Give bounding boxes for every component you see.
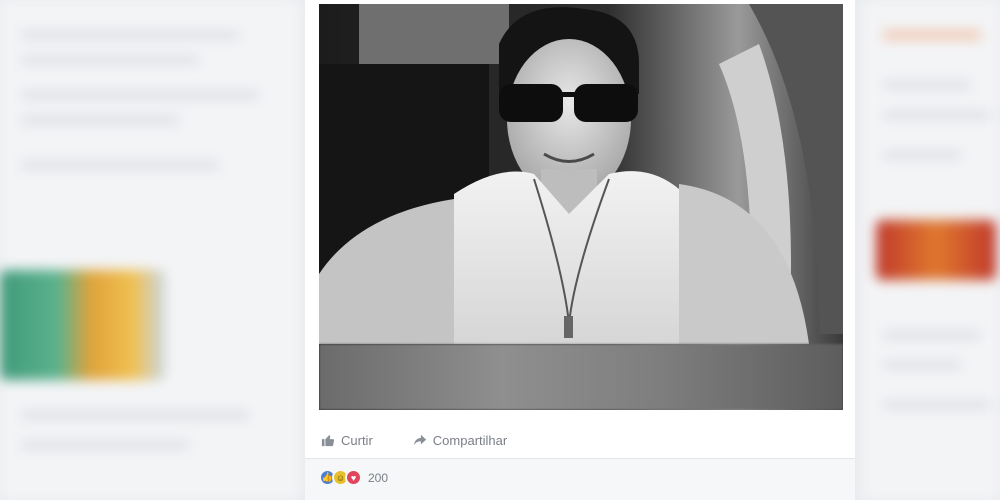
love-icon: ♥ bbox=[345, 469, 362, 486]
post-photo[interactable] bbox=[319, 4, 843, 410]
reaction-count: 200 bbox=[368, 470, 389, 485]
thumbs-up-icon bbox=[321, 435, 335, 447]
share-arrow-icon bbox=[413, 434, 426, 446]
post-actions: Curtir Compartilhar bbox=[319, 426, 843, 454]
left-blurred-column bbox=[0, 0, 300, 500]
blurred-thumbnail-image bbox=[876, 220, 996, 280]
right-blurred-column bbox=[862, 0, 1000, 500]
share-button[interactable]: Compartilhar bbox=[413, 433, 507, 448]
blurred-caption-bar bbox=[319, 344, 843, 410]
feed-post: Curtir Compartilhar 👍 ☺ ♥ 200 bbox=[305, 0, 855, 500]
like-label: Curtir bbox=[341, 432, 373, 448]
like-button[interactable]: Curtir bbox=[321, 433, 373, 448]
reaction-summary[interactable]: 👍 ☺ ♥ 200 bbox=[319, 469, 388, 486]
share-label: Compartilhar bbox=[432, 432, 508, 448]
blurred-thumbnail-image bbox=[0, 270, 165, 380]
